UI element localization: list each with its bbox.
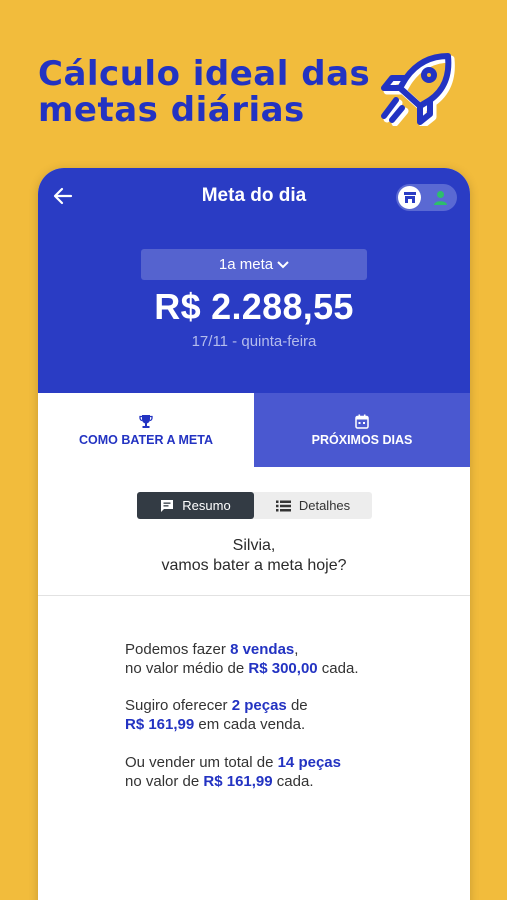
promo-title-line2: metas diárias [38, 90, 305, 130]
tip-total-pieces: Ou vender um total de 14 peças no valor … [125, 753, 455, 791]
tip-highlight: R$ 161,99 [125, 716, 195, 733]
view-toggle[interactable] [396, 184, 457, 211]
tip-text: cada. [272, 773, 314, 790]
greeting-name: Silvia, [232, 537, 276, 554]
tip-highlight: 2 peças [231, 697, 287, 714]
tip-text: em cada venda. [194, 716, 306, 733]
promo-title: Cálculo ideal das metas diárias [38, 54, 371, 130]
chevron-down-icon [277, 260, 289, 268]
calendar-icon [355, 414, 369, 429]
greeting: Silvia, vamos bater a meta hoje? [38, 536, 470, 576]
goal-selector-label: 1a meta [218, 256, 274, 273]
segment-summary[interactable]: Resumo [137, 492, 254, 519]
rocket-icon [381, 53, 455, 126]
tip-text: Ou vender um total de [125, 754, 278, 771]
tip-highlight: 8 vendas [230, 641, 295, 658]
goal-amount: R$ 2.288,55 [154, 286, 354, 327]
chat-icon [161, 499, 174, 512]
list-icon [275, 500, 291, 511]
trophy-icon [139, 414, 153, 428]
tip-pieces-per-sale: Sugiro oferecer 2 peças de R$ 161,99 em … [125, 696, 455, 734]
segment-summary-label: Resumo [182, 498, 231, 513]
tip-highlight: R$ 300,00 [248, 660, 318, 677]
promo-title-line1: Cálculo ideal das [38, 54, 371, 94]
goal-selector[interactable]: 1a meta [141, 249, 367, 280]
tab-next-days-label: PRÓXIMOS DIAS [311, 432, 413, 447]
greeting-message: vamos bater a meta hoje? [161, 557, 347, 574]
tab-how-to-reach-label: COMO BATER A META [78, 432, 213, 447]
segment-details[interactable]: Detalhes [254, 492, 372, 519]
tip-highlight: 14 peças [277, 754, 341, 771]
tip-highlight: R$ 161,99 [203, 773, 273, 790]
tip-text: no valor de [125, 773, 204, 790]
tab-bar: COMO BATER A META PRÓXIMOS DIAS [38, 393, 470, 467]
goal-header: Meta do dia 1a meta R$ 2.288,55 17/11 - … [38, 168, 470, 393]
app-screen: Meta do dia 1a meta R$ 2.288,55 17/11 - … [38, 168, 470, 900]
tip-text: cada. [317, 660, 359, 677]
person-icon[interactable] [432, 189, 449, 206]
view-segmented-control: Resumo Detalhes [137, 492, 372, 519]
tab-next-days[interactable]: PRÓXIMOS DIAS [254, 393, 470, 467]
tip-text: Sugiro oferecer [125, 697, 232, 714]
tip-sales-count: Podemos fazer 8 vendas, no valor médio d… [125, 640, 455, 678]
tip-text: Podemos fazer [125, 641, 231, 658]
tip-text: , [294, 641, 299, 658]
segment-details-label: Detalhes [298, 498, 351, 513]
tip-text: de [286, 697, 308, 714]
goal-date: 17/11 - quinta-feira [191, 333, 317, 350]
tab-how-to-reach[interactable]: COMO BATER A META [38, 393, 254, 467]
divider [38, 595, 470, 596]
tip-text: no valor médio de [125, 660, 249, 677]
store-icon[interactable] [398, 186, 421, 209]
